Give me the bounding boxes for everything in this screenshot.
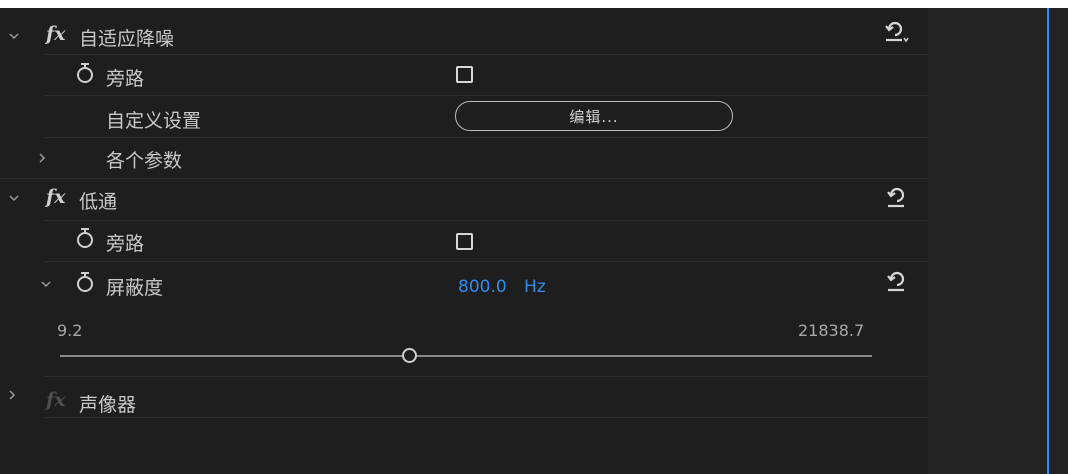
bypass-checkbox[interactable]: [456, 66, 473, 83]
reset-icon[interactable]: [884, 20, 909, 43]
cutoff-unit: Hz: [524, 277, 546, 297]
param-label-cutoff: 屏蔽度: [106, 277, 164, 299]
row-divider: [44, 54, 928, 55]
row-divider: [44, 95, 928, 96]
param-label-custom-settings: 自定义设置: [106, 110, 202, 132]
playhead-line[interactable]: [1047, 8, 1049, 474]
param-label-bypass: 旁路: [106, 68, 145, 90]
chevron-down-icon[interactable]: [8, 192, 20, 204]
stopwatch-icon[interactable]: [75, 227, 95, 249]
param-label-bypass: 旁路: [106, 233, 145, 255]
slider-max-label: 21838.7: [798, 321, 865, 340]
slider-thumb[interactable]: [402, 348, 417, 363]
stopwatch-icon[interactable]: [75, 271, 95, 293]
edit-button[interactable]: 编辑...: [455, 101, 733, 131]
param-label-individual-params: 各个参数: [106, 150, 183, 172]
cutoff-value[interactable]: 800.0: [458, 277, 507, 297]
row-divider: [44, 220, 928, 221]
slider-track-left[interactable]: [60, 355, 404, 357]
reset-icon[interactable]: [886, 270, 910, 292]
slider-min-label: 9.2: [57, 321, 83, 340]
chevron-right-icon[interactable]: [36, 152, 48, 164]
row-divider: [0, 178, 928, 179]
effect-name-lowpass: 低通: [79, 191, 118, 213]
row-divider: [44, 417, 928, 418]
stopwatch-icon[interactable]: [75, 62, 95, 84]
chevron-right-icon[interactable]: [6, 389, 18, 401]
fx-icon-disabled[interactable]: fx: [46, 389, 66, 411]
effect-name-adaptive-denoise: 自适应降噪: [79, 28, 175, 50]
fx-icon[interactable]: fx: [46, 23, 66, 45]
effect-name-panner: 声像器: [79, 394, 137, 416]
chevron-down-icon[interactable]: [40, 278, 52, 290]
chevron-down-icon[interactable]: [8, 30, 20, 42]
row-divider: [44, 376, 928, 377]
fx-icon[interactable]: fx: [46, 186, 66, 208]
reset-icon[interactable]: [886, 186, 910, 208]
row-divider: [44, 261, 928, 262]
row-divider: [44, 137, 928, 138]
top-edge: [0, 0, 1068, 8]
bypass-checkbox[interactable]: [456, 233, 473, 250]
slider-track-right[interactable]: [414, 355, 872, 357]
